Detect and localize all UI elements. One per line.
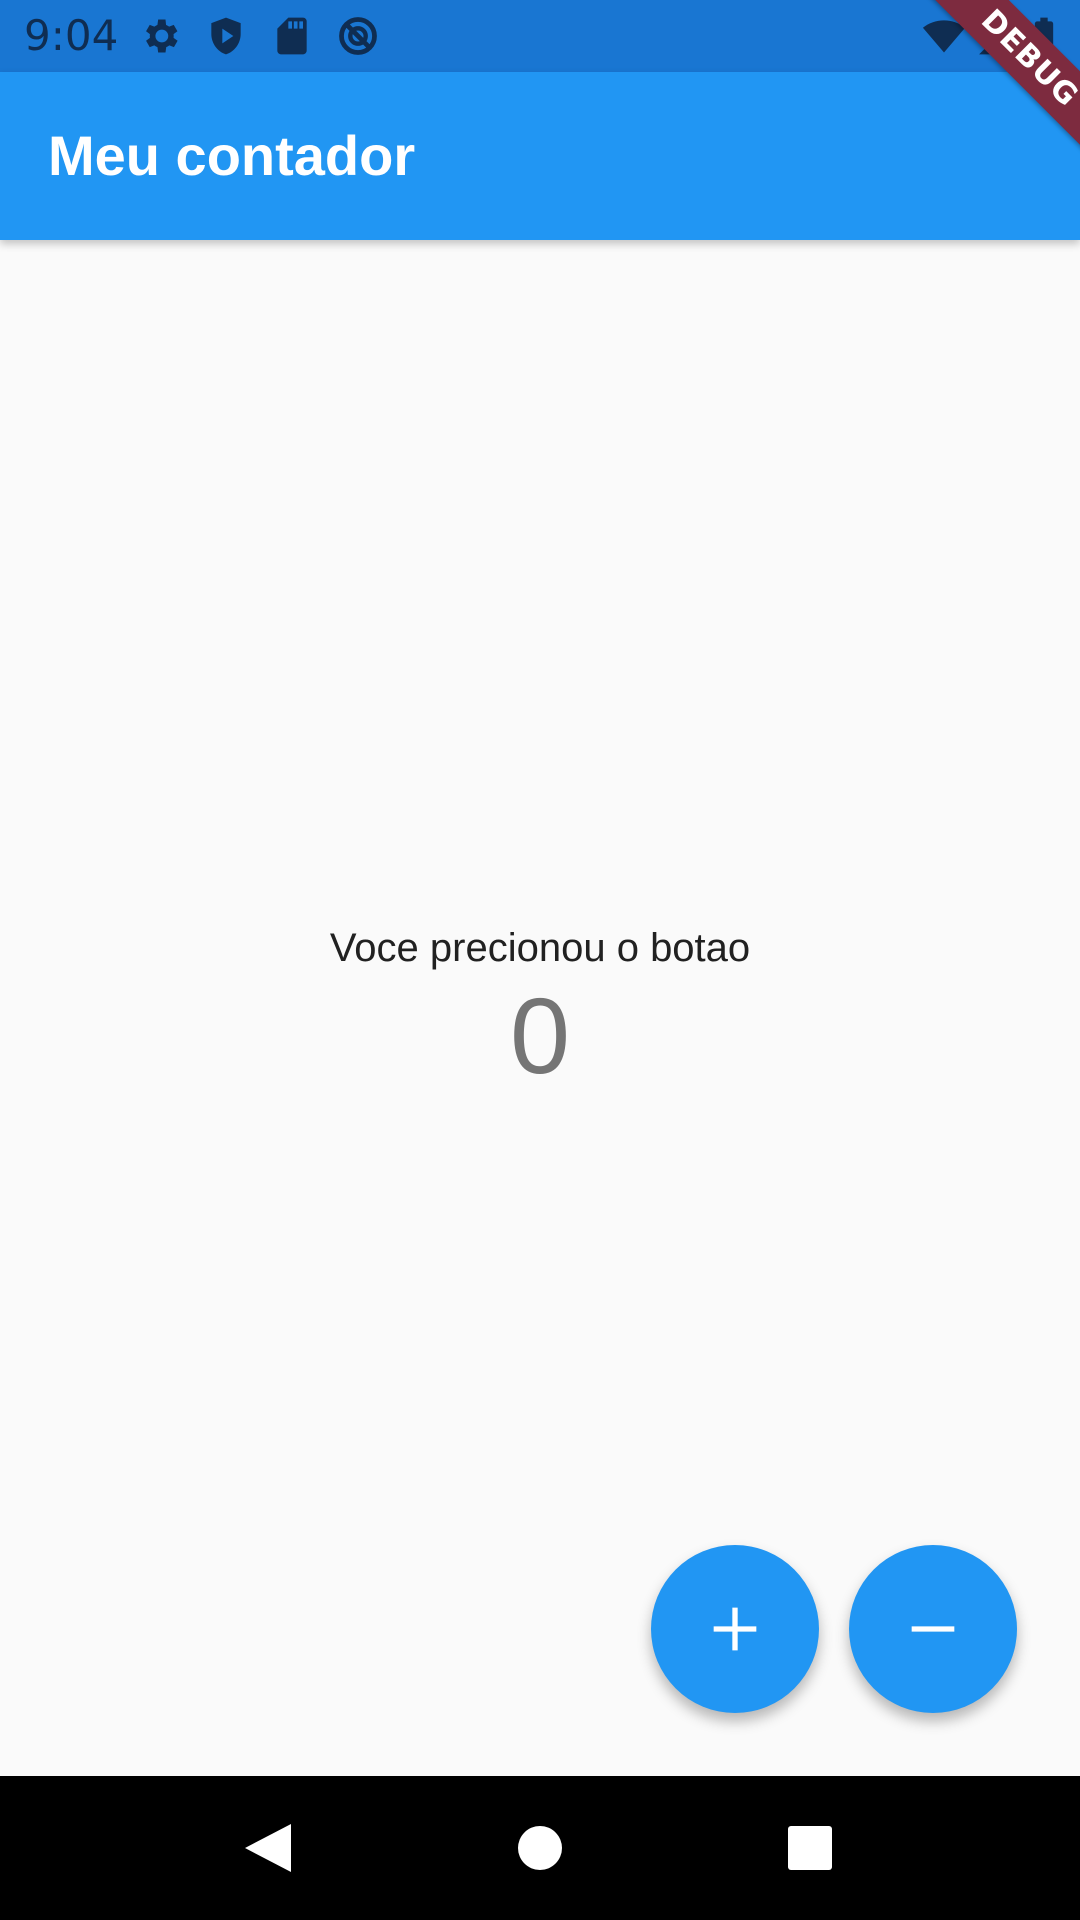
plus-icon xyxy=(703,1597,767,1661)
home-icon xyxy=(517,1825,563,1871)
recents-button[interactable] xyxy=(778,1816,842,1880)
sd-card-icon xyxy=(270,14,314,58)
back-button[interactable] xyxy=(236,1816,300,1880)
counter-label: Voce precionou o botao xyxy=(329,926,751,970)
gear-icon xyxy=(138,14,182,58)
app-screen: 9:04 Meu contador DEBUG Voce precionou o… xyxy=(0,0,1080,1920)
navigation-bar xyxy=(0,1776,1080,1920)
decrement-button[interactable] xyxy=(849,1545,1017,1713)
page-title: Meu contador xyxy=(48,124,416,187)
recents-icon xyxy=(787,1825,833,1871)
counter-value: 0 xyxy=(509,975,571,1096)
shield-play-icon xyxy=(204,14,248,58)
app-bar: Meu contador xyxy=(0,72,1080,240)
increment-button[interactable] xyxy=(651,1545,819,1713)
home-button[interactable] xyxy=(508,1816,572,1880)
back-icon xyxy=(243,1822,293,1874)
status-time: 9:04 xyxy=(24,11,119,60)
status-bar: 9:04 xyxy=(0,0,1080,72)
no-disturb-icon xyxy=(336,14,380,58)
minus-icon xyxy=(901,1597,965,1661)
